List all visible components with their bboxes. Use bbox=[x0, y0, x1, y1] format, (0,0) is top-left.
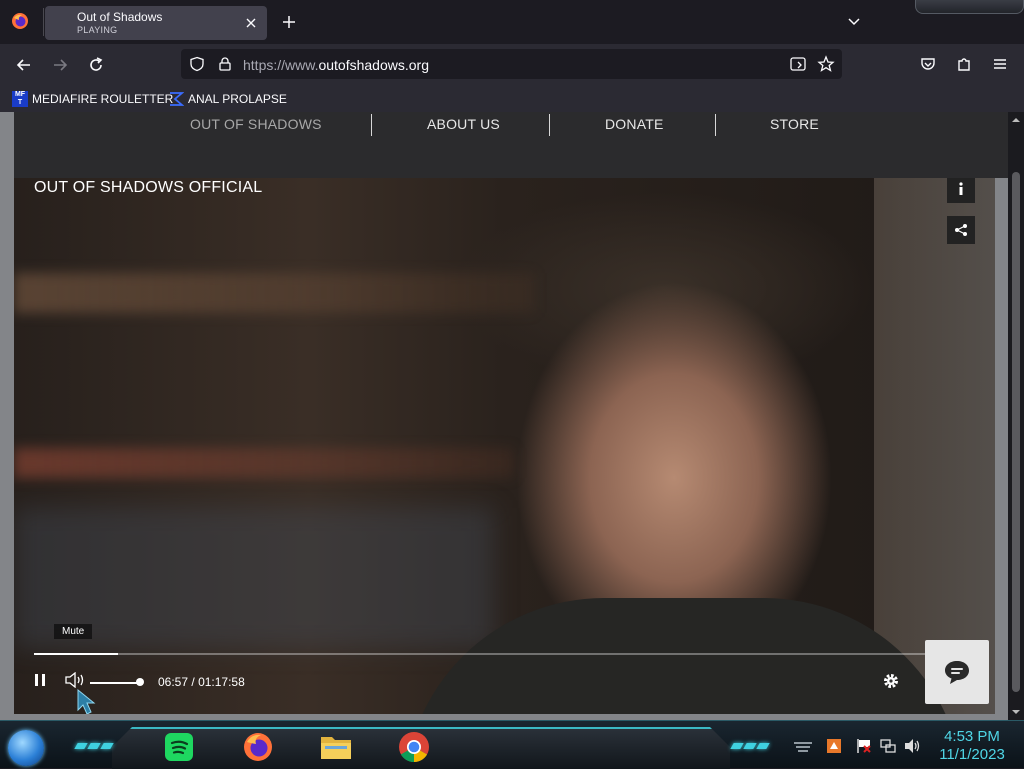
tab-favicon bbox=[55, 16, 69, 30]
extensions-icon[interactable] bbox=[955, 55, 973, 73]
bookmark-anal-prolapse[interactable]: ANAL PROLAPSE bbox=[168, 90, 287, 108]
gear-icon bbox=[884, 674, 898, 688]
video-time: 06:57 / 01:17:58 bbox=[158, 675, 245, 689]
pause-icon bbox=[35, 674, 45, 686]
network-icon[interactable] bbox=[880, 738, 896, 754]
site-navigation: OUT OF SHADOWS ABOUT US DONATE STORE bbox=[14, 112, 1008, 178]
nav-out-of-shadows[interactable]: OUT OF SHADOWS bbox=[190, 116, 322, 132]
nav-separator bbox=[371, 114, 372, 136]
app-menu-icon[interactable] bbox=[991, 55, 1009, 73]
keyboard-icon[interactable] bbox=[792, 741, 814, 753]
nav-separator bbox=[715, 114, 716, 136]
clock-date[interactable]: 11/1/2023 bbox=[930, 746, 1014, 763]
firefox-icon[interactable] bbox=[242, 731, 274, 763]
video-share-button[interactable] bbox=[947, 216, 975, 244]
tab-title: Out of Shadows bbox=[77, 10, 163, 24]
sigma-favicon-icon bbox=[168, 91, 184, 107]
mediafire-favicon-icon: MF T bbox=[12, 91, 28, 107]
nav-store[interactable]: STORE bbox=[770, 116, 819, 132]
bookmark-mediafire-rouletter[interactable]: MF T MEDIAFIRE ROULETTER bbox=[12, 90, 173, 108]
mouse-cursor-icon bbox=[76, 688, 100, 714]
url-text[interactable]: https://www.outofshadows.org bbox=[243, 57, 429, 73]
tab-playing-label: PLAYING bbox=[77, 25, 118, 35]
start-button[interactable] bbox=[8, 730, 44, 766]
nav-separator bbox=[549, 114, 550, 136]
page-scrollbar[interactable] bbox=[1008, 112, 1024, 720]
current-time: 06:57 bbox=[158, 675, 189, 689]
mute-tooltip: Mute bbox=[54, 624, 93, 639]
window-frame-decoration bbox=[915, 0, 1024, 14]
pause-button[interactable] bbox=[32, 672, 48, 688]
nav-about-us[interactable]: ABOUT US bbox=[427, 116, 500, 132]
notification-icon[interactable] bbox=[826, 738, 842, 754]
scrollbar-thumb[interactable] bbox=[1012, 172, 1020, 692]
lock-icon[interactable] bbox=[217, 56, 233, 72]
flag-icon[interactable] bbox=[856, 738, 872, 754]
web-page: OUT OF SHADOWS ABOUT US DONATE STORE OUT… bbox=[0, 112, 1024, 720]
video-info-button[interactable] bbox=[947, 178, 975, 203]
spotify-icon[interactable] bbox=[164, 732, 194, 762]
forward-button[interactable] bbox=[50, 55, 70, 75]
bookmark-star-icon[interactable] bbox=[817, 55, 835, 73]
video-progress-bar[interactable] bbox=[34, 653, 975, 655]
firefox-menu-icon[interactable] bbox=[11, 12, 29, 30]
chrome-icon[interactable] bbox=[398, 731, 430, 763]
bookmark-label: ANAL PROLAPSE bbox=[188, 92, 287, 106]
video-title: OUT OF SHADOWS OFFICIAL bbox=[34, 179, 263, 196]
tab-strip: Out of Shadows PLAYING bbox=[0, 0, 1024, 44]
volume-slider-handle[interactable] bbox=[136, 678, 144, 686]
tray-volume-icon[interactable] bbox=[904, 738, 922, 754]
scroll-down-arrow-icon[interactable] bbox=[1012, 708, 1020, 716]
navigation-toolbar: https://www.outofshadows.org bbox=[0, 44, 1024, 86]
chat-bubble-icon bbox=[945, 661, 969, 684]
reader-view-icon[interactable] bbox=[789, 56, 807, 72]
share-icon bbox=[955, 224, 967, 236]
video-player[interactable]: OUT OF SHADOWS OFFICIAL Mute 06:57 / 01:… bbox=[14, 178, 995, 714]
file-explorer-icon[interactable] bbox=[320, 733, 352, 761]
pocket-icon[interactable] bbox=[919, 55, 937, 73]
scroll-up-arrow-icon[interactable] bbox=[1012, 116, 1020, 124]
new-tab-icon[interactable] bbox=[280, 13, 298, 31]
clock-time[interactable]: 4:53 PM bbox=[930, 728, 1014, 745]
nav-donate[interactable]: DONATE bbox=[605, 116, 664, 132]
video-progress-fill bbox=[34, 653, 118, 655]
url-bar[interactable]: https://www.outofshadows.org bbox=[181, 49, 842, 79]
video-settings-button[interactable] bbox=[882, 672, 900, 690]
duration: 01:17:58 bbox=[198, 675, 245, 689]
info-icon bbox=[959, 182, 963, 195]
mute-button[interactable] bbox=[64, 672, 86, 688]
tab-out-of-shadows[interactable]: Out of Shadows PLAYING bbox=[45, 6, 267, 40]
list-all-tabs-icon[interactable] bbox=[845, 13, 863, 31]
bookmark-label: MEDIAFIRE ROULETTER bbox=[32, 92, 174, 106]
bookmarks-toolbar: MF T MEDIAFIRE ROULETTER ANAL PROLAPSE bbox=[0, 86, 1024, 112]
chat-button[interactable] bbox=[925, 640, 989, 704]
volume-slider[interactable] bbox=[90, 682, 140, 684]
taskbar bbox=[0, 720, 1024, 769]
volume-icon bbox=[65, 672, 84, 688]
close-tab-icon[interactable] bbox=[243, 15, 259, 31]
back-button[interactable] bbox=[14, 55, 34, 75]
tracking-protection-shield-icon[interactable] bbox=[189, 56, 205, 72]
reload-button[interactable] bbox=[86, 55, 106, 75]
